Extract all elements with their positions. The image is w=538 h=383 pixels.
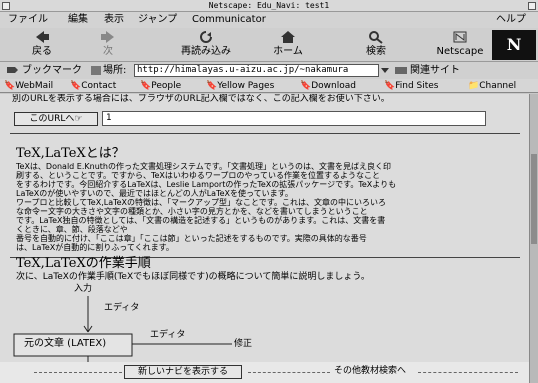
personal-item-label: Yellow Pages	[217, 81, 275, 91]
bookmark-icon	[7, 67, 18, 73]
paragraph-line: です。LaTeX独自の特徴としては、「文書の構造を記述する」というものがあります…	[16, 216, 386, 225]
forward-arrow-icon	[101, 31, 114, 43]
bookmarks-button[interactable]: ブックマーク	[22, 65, 82, 76]
back-arrow-icon	[36, 31, 49, 43]
menu-communicator[interactable]: Communicator	[192, 12, 266, 28]
related-icon	[395, 67, 407, 74]
diagram-fix-label: 修正	[234, 339, 253, 349]
forward-button[interactable]: 次	[78, 30, 138, 60]
personal-item-contact[interactable]: 🔖Contact	[70, 79, 116, 93]
netscape-logo: N	[492, 30, 536, 60]
personal-item-label: WebMail	[15, 81, 54, 91]
personal-item-people[interactable]: 🔖People	[140, 79, 181, 93]
dashed-divider	[34, 372, 122, 373]
menu-edit[interactable]: 編集	[68, 12, 88, 28]
show-new-navi-button[interactable]: 新しいナビを表示する	[124, 365, 242, 379]
dashed-divider	[418, 372, 518, 373]
menu-help[interactable]: ヘルプ	[496, 12, 526, 28]
personal-item-webmail[interactable]: 🔖WebMail	[4, 79, 53, 93]
other-materials-link[interactable]: その他教材検索へ	[334, 366, 406, 377]
dropdown-arrow-icon[interactable]	[380, 65, 390, 76]
bottom-nav-bar: 新しいナビを表示する その他教材検索へ	[0, 362, 529, 383]
search-button[interactable]: 検索	[346, 30, 406, 60]
section-title-workflow: TeX,LaTeXの作業手順	[16, 256, 151, 271]
personal-item-download[interactable]: 🔖Download	[300, 79, 356, 93]
reload-button[interactable]: 再読み込み	[168, 30, 244, 60]
paragraph-line: ワープロと比較してTeX,LaTeXの特徴は、「マークアップ型」なことです。これ…	[16, 198, 386, 207]
back-label: 戻る	[32, 46, 52, 57]
menu-bar: ファイル 編集 表示 ジャンプ Communicator ヘルプ	[0, 12, 538, 28]
diagram-editor-label: エディタ	[104, 303, 140, 313]
paragraph-line: をするわけです。今回紹介するLaTeXは、Leslie Lamportの作ったT…	[16, 180, 397, 189]
netscape-label: Netscape	[436, 46, 484, 57]
home-icon	[281, 31, 295, 43]
window-title: Netscape: Edu_Navi: test1	[208, 1, 330, 10]
home-button[interactable]: ホーム	[258, 30, 318, 60]
netscape-icon	[453, 31, 467, 43]
title-bar: Netscape: Edu_Navi: test1	[0, 0, 538, 12]
paragraph-line: LaTeXのが使いやすいので、最近ではほとんどの人がLaTeXを使っています。	[16, 189, 293, 198]
home-label: ホーム	[273, 46, 303, 57]
paragraph-line: 番号を自動的に付け、「ここは章」「ここは節」といった記述をするものです。実際の具…	[16, 234, 367, 243]
personal-item-label: Find Sites	[395, 81, 439, 91]
page-content: 別のURLを表示する場合には、ブラウザのURL記入欄ではなく、この記入欄をお使い…	[0, 94, 529, 383]
related-sites-button[interactable]: 関連サイト	[410, 65, 460, 76]
paragraph-line: 刷する、ということです。ですから、TeXはいわゆるワープロのやっている作業を位置…	[16, 171, 381, 180]
personal-item-channels[interactable]: 📁Channel	[468, 79, 516, 93]
url-input[interactable]: 1	[102, 111, 486, 126]
paragraph-line: は、LaTeXが自動的に割りふってくれます。	[16, 243, 174, 252]
scrollbar-thumb[interactable]	[531, 154, 537, 244]
personal-item-label: Channel	[479, 81, 517, 91]
forward-label: 次	[103, 46, 113, 57]
navigation-toolbar: 戻る 次 再読み込み ホーム 検索 Netscape N	[0, 28, 538, 62]
paragraph-line: な命令ー文字の大きさや文字の種類とか、小さい字の見方とかを、などを書いてしまうと…	[16, 207, 368, 216]
diagram-source-box: 元の文章 (LATEX)	[24, 338, 107, 349]
personal-item-yellow-pages[interactable]: 🔖Yellow Pages	[206, 79, 274, 93]
url-field[interactable]: http://himalayas.u-aizu.ac.jp/~nakamura	[134, 64, 379, 77]
location-icon	[91, 66, 101, 75]
menu-view[interactable]: 表示	[104, 12, 124, 28]
location-label: 場所:	[103, 65, 127, 76]
paragraph-line: くときに、章、節、段落などや	[16, 225, 128, 234]
diagram-editor-label: エディタ	[150, 330, 186, 340]
browser-window: Netscape: Edu_Navi: test1 ファイル 編集 表示 ジャン…	[0, 0, 538, 383]
personal-toolbar: 🔖WebMail 🔖Contact 🔖People 🔖Yellow Pages …	[0, 79, 538, 93]
personal-item-find-sites[interactable]: 🔖Find Sites	[384, 79, 439, 93]
menu-file[interactable]: ファイル	[8, 12, 48, 28]
search-icon	[369, 31, 383, 44]
dashed-divider	[248, 372, 330, 373]
goto-url-button[interactable]: このURLへ☞	[14, 112, 98, 126]
search-label: 検索	[366, 46, 386, 57]
divider	[10, 133, 520, 134]
vertical-scrollbar[interactable]	[529, 94, 538, 383]
location-bar: ブックマーク 場所: http://himalayas.u-aizu.ac.jp…	[0, 62, 538, 79]
paragraph-line: TeXは、Donald E.Knuthの作った文書処理システムです。「文書処理」…	[16, 162, 391, 171]
personal-item-label: Contact	[81, 81, 117, 91]
reload-icon	[200, 31, 212, 43]
netscape-button[interactable]: Netscape	[428, 30, 492, 60]
minimize-icon[interactable]	[528, 2, 536, 10]
back-button[interactable]: 戻る	[12, 30, 72, 60]
personal-item-label: Download	[311, 81, 356, 91]
menu-go[interactable]: ジャンプ	[138, 12, 177, 28]
section-title-texlatex: TeX,LaTeXとは？	[16, 146, 125, 161]
personal-item-label: People	[151, 81, 182, 91]
url-note: 別のURLを表示する場合には、ブラウザのURL記入欄ではなく、この記入欄をお使い…	[12, 94, 390, 104]
diagram-input-label: 入力	[74, 284, 93, 294]
reload-label: 再読み込み	[181, 46, 231, 57]
